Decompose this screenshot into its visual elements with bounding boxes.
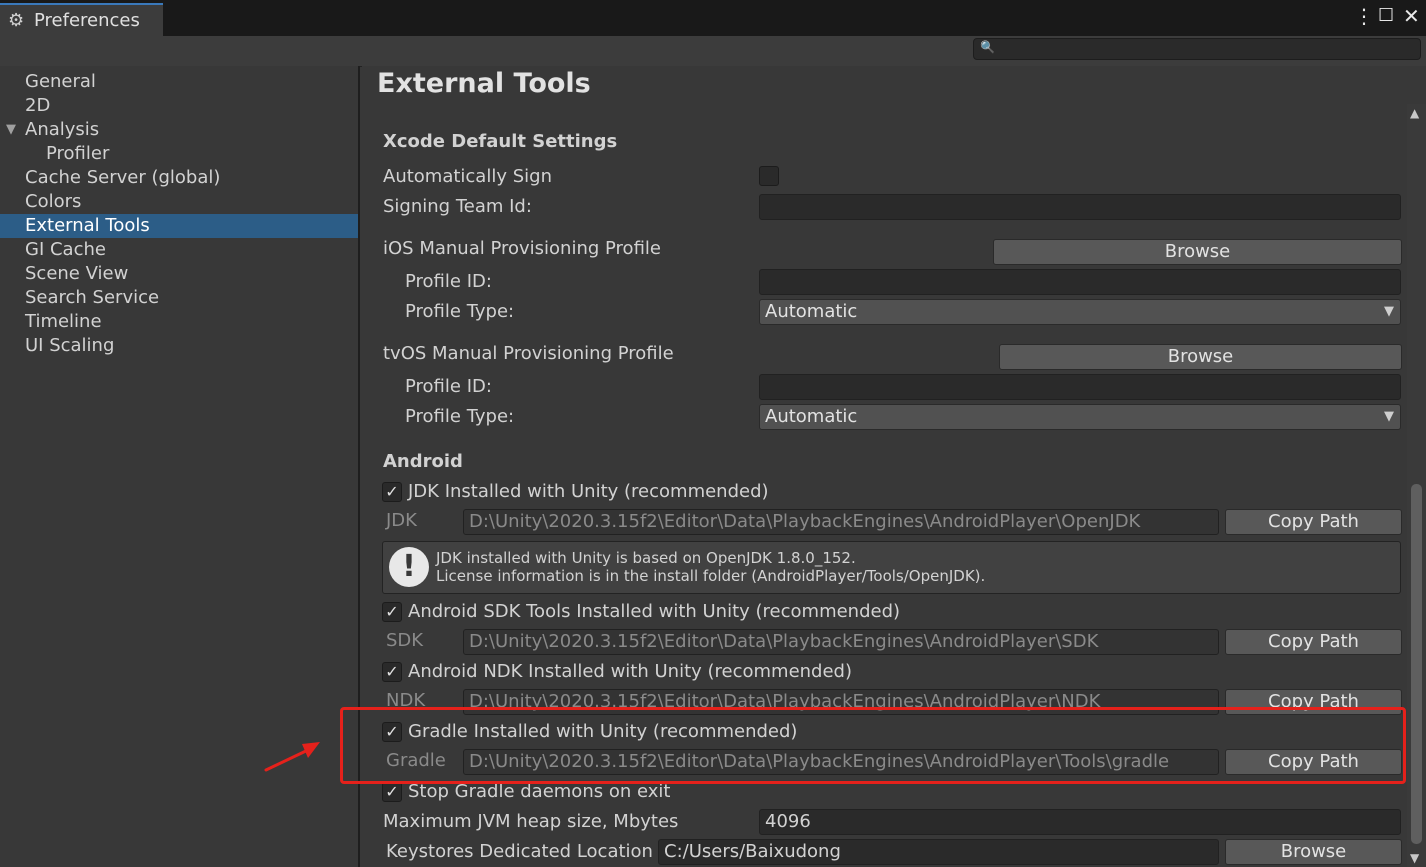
keystore-browse-button[interactable]: Browse [1225,839,1402,865]
chevron-down-icon: ▼ [1384,304,1394,319]
annotation-arrow-icon [264,742,320,772]
jdk-check-label: JDK Installed with Unity (recommended) [408,481,769,502]
ios-profile-type-label: Profile Type: [405,301,515,322]
highlight-box [340,707,1406,784]
android-section-header: Android [383,451,463,472]
search-input[interactable]: 🔍 [973,38,1421,60]
tvos-profile-type-dropdown[interactable]: Automatic ▼ [759,404,1401,430]
jvm-heap-label: Maximum JVM heap size, Mbytes [383,811,679,832]
sidebar-item-gi-cache[interactable]: GI Cache [0,238,358,262]
auto-sign-label: Automatically Sign [383,166,552,187]
sdk-copy-path-button[interactable]: Copy Path [1225,629,1402,655]
tab-title: Preferences [34,10,140,31]
scroll-down-icon[interactable]: ▼ [1410,851,1419,865]
stop-gradle-checkbox[interactable]: ✓ [382,782,402,802]
tab-bar: ⚙ Preferences ⋮ ☐ ✕ [0,0,1426,36]
sidebar-item-cache-server[interactable]: Cache Server (global) [0,166,358,190]
jdk-label: JDK [386,510,417,531]
chevron-down-icon: ▼ [1384,409,1394,424]
tvos-profile-id-label: Profile ID: [405,376,492,397]
jvm-heap-field[interactable]: 4096 [759,809,1401,835]
keystore-label: Keystores Dedicated Location [386,841,653,862]
jdk-info-line1: JDK installed with Unity is based on Ope… [436,549,856,567]
ios-profile-type-dropdown[interactable]: Automatic ▼ [759,299,1401,325]
sidebar-item-ui-scaling[interactable]: UI Scaling [0,334,358,358]
tab-preferences[interactable]: ⚙ Preferences [0,3,163,36]
scrollbar-thumb[interactable] [1411,484,1422,844]
sidebar-item-analysis[interactable]: ▼ Analysis [0,118,358,142]
close-icon[interactable]: ✕ [1403,4,1420,28]
jdk-path-field: D:\Unity\2020.3.15f2\Editor\Data\Playbac… [463,509,1219,535]
sidebar-item-2d[interactable]: 2D [0,94,358,118]
dropdown-value: Automatic [765,406,858,427]
sdk-check-label: Android SDK Tools Installed with Unity (… [408,601,901,622]
ndk-checkbox[interactable]: ✓ [382,662,402,682]
jdk-checkbox[interactable]: ✓ [382,482,402,502]
ios-profile-id-field[interactable] [759,269,1401,295]
tvos-profile-label: tvOS Manual Provisioning Profile [383,343,674,364]
sidebar-item-scene-view[interactable]: Scene View [0,262,358,286]
sidebar-item-label: Analysis [25,119,100,140]
search-icon: 🔍 [980,40,995,54]
signing-team-label: Signing Team Id: [383,196,532,217]
xcode-section-header: Xcode Default Settings [383,131,618,152]
stop-gradle-label: Stop Gradle daemons on exit [408,781,671,802]
tvos-browse-button[interactable]: Browse [999,344,1402,370]
sidebar-item-external-tools[interactable]: External Tools [0,214,358,238]
sidebar-item-timeline[interactable]: Timeline [0,310,358,334]
scroll-up-icon[interactable]: ▲ [1410,106,1419,120]
sidebar-item-search-service[interactable]: Search Service [0,286,358,310]
tvos-profile-id-field[interactable] [759,374,1401,400]
jdk-info-line2: License information is in the install fo… [436,567,986,585]
dropdown-value: Automatic [765,301,858,322]
ios-profile-id-label: Profile ID: [405,271,492,292]
sdk-path-field: D:\Unity\2020.3.15f2\Editor\Data\Playbac… [463,629,1219,655]
signing-team-field[interactable] [759,194,1401,220]
jdk-info-box: ! JDK installed with Unity is based on O… [382,541,1401,594]
auto-sign-checkbox[interactable] [759,166,779,186]
kebab-menu-icon[interactable]: ⋮ [1354,4,1374,28]
sdk-checkbox[interactable]: ✓ [382,602,402,622]
tvos-profile-type-label: Profile Type: [405,406,515,427]
sidebar-item-profiler[interactable]: Profiler [0,142,358,166]
sidebar-item-general[interactable]: General [0,70,358,94]
ndk-check-label: Android NDK Installed with Unity (recomm… [408,661,853,682]
page-title: External Tools [377,68,591,99]
expand-triangle-icon[interactable]: ▼ [6,118,16,142]
sdk-label: SDK [386,630,424,651]
keystore-field[interactable]: C:/Users/Baixudong [658,839,1219,865]
ios-browse-button[interactable]: Browse [993,239,1402,265]
info-exclamation-icon: ! [389,547,429,587]
jdk-copy-path-button[interactable]: Copy Path [1225,509,1402,535]
sidebar-item-colors[interactable]: Colors [0,190,358,214]
vertical-scrollbar[interactable]: ▲ ▼ [1407,104,1426,867]
gear-icon: ⚙ [8,10,25,31]
maximize-icon[interactable]: ☐ [1378,5,1394,26]
ios-profile-label: iOS Manual Provisioning Profile [383,238,661,259]
